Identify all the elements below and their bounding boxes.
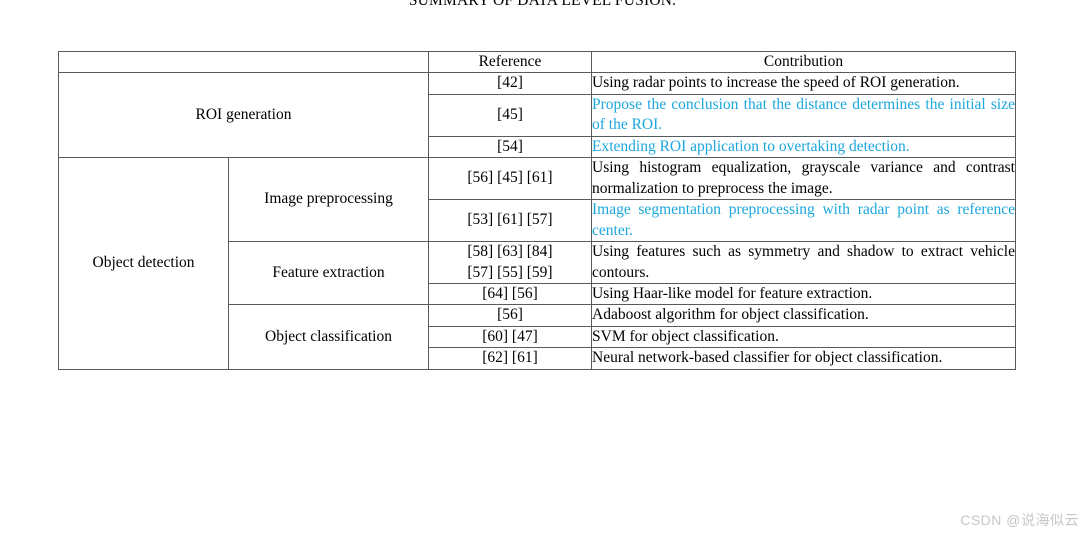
reference-cell: [42] (428, 72, 592, 95)
reference-cell: [56] [45] [61] (428, 157, 592, 201)
table-row: ROI generation [42] Using radar points t… (58, 72, 1016, 159)
reference-cell: [64] [56] (428, 282, 592, 306)
contribution-cell: Using Haar-like model for feature extrac… (591, 282, 1016, 306)
header-cell-reference: Reference (428, 50, 592, 74)
contribution-cell: Using histogram equalization, grayscale … (591, 157, 1016, 201)
reference-cell: [62] [61] (428, 347, 592, 370)
subcategory-cell-image-preprocessing: Image preprocessing (228, 157, 429, 243)
reference-cell: [56] (428, 304, 592, 327)
reference-cell: [45] (428, 93, 592, 137)
contribution-cell: Using radar points to increase the speed… (591, 72, 1016, 95)
contribution-cell: SVM for object classification. (591, 325, 1016, 349)
subcategory-cell-object-classification: Object classification (228, 304, 429, 370)
contribution-cell: Image segmentation preprocessing with ra… (591, 199, 1016, 243)
contribution-cell: Neural network-based classifier for obje… (591, 347, 1016, 370)
category-cell-object-detection: Object detection (58, 157, 229, 370)
subcategory-cell-feature-extraction: Feature extraction (228, 241, 429, 306)
header-cell-category (58, 50, 429, 74)
contribution-cell: Adaboost algorithm for object classifica… (591, 304, 1016, 327)
reference-line: [58] [63] [84] (467, 243, 553, 261)
table-caption-text: SUMMARY OF DATA LEVEL FUSION. (408, 0, 677, 9)
watermark: CSDN @说海似云 (960, 512, 1079, 528)
reference-cell: [60] [47] (428, 325, 592, 349)
category-cell-roi-generation: ROI generation (58, 72, 429, 159)
summary-table: Reference Contribution ROI generation [4… (58, 50, 1016, 370)
table-row: Object detection Image preprocessing [56… (58, 157, 1016, 370)
reference-cell: [58] [63] [84] [57] [55] [59] (428, 241, 592, 284)
summary-table-container: Reference Contribution ROI generation [4… (58, 50, 1016, 370)
header-cell-contribution: Contribution (591, 50, 1016, 74)
table-caption: SUMMARY OF DATA LEVEL FUSION. (0, 0, 1085, 11)
table-header-row: Reference Contribution (58, 50, 1016, 74)
reference-cell: [54] (428, 135, 592, 159)
contribution-cell: Extending ROI application to overtaking … (591, 135, 1016, 159)
reference-cell: [53] [61] [57] (428, 199, 592, 243)
contribution-cell: Using features such as symmetry and shad… (591, 241, 1016, 284)
contribution-cell: Propose the conclusion that the distance… (591, 93, 1016, 137)
reference-line: [57] [55] [59] (467, 263, 553, 281)
